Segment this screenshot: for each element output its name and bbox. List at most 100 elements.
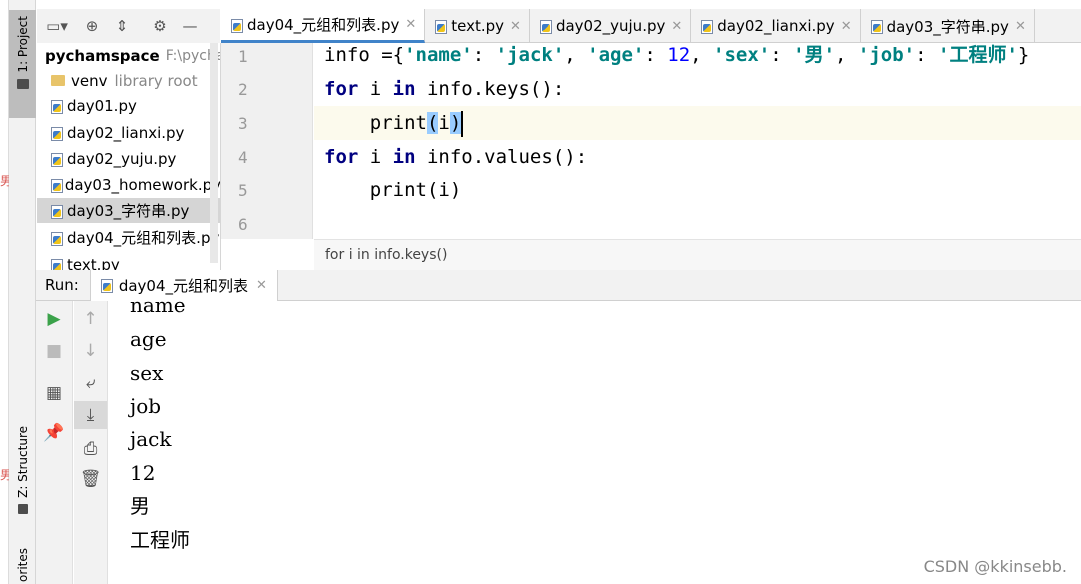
console-line: jack [130, 427, 172, 451]
run-label: Run: [45, 276, 79, 294]
tree-item-label: day02_yuju.py [67, 149, 177, 168]
python-file-icon [51, 152, 63, 167]
project-tree: pychamspace F:\pychar venv library root … [37, 43, 221, 270]
python-file-icon [51, 204, 63, 219]
favorites-tool-button[interactable]: orites [9, 548, 36, 584]
tree-item-note: library root [114, 71, 198, 90]
window-edge: 男 男 [0, 0, 12, 584]
text-caret [461, 110, 464, 137]
scroll-to-end-icon[interactable]: ⤓ [74, 401, 107, 429]
console-line: 12 [130, 461, 156, 485]
tree-item-label: day03_homework.py [64, 175, 221, 194]
project-root[interactable]: pychamspace F:\pychar [37, 43, 220, 68]
tree-item-label: day02_lianxi.py [67, 123, 185, 142]
python-file-icon [435, 19, 448, 34]
tree-item[interactable]: text.py [37, 252, 220, 270]
favorites-tool-label: orites [15, 548, 30, 582]
tab-day02-lianxi[interactable]: day02_lianxi.py ✕ [691, 9, 861, 43]
python-file-icon [51, 99, 63, 114]
run-tab-label: day04_元组和列表 [118, 276, 249, 295]
structure-tool-label: Z: Structure [15, 426, 30, 498]
tab-day03[interactable]: day03_字符串.py ✕ [861, 9, 1035, 43]
close-icon[interactable]: ✕ [256, 278, 267, 293]
arrow-down-icon[interactable]: ↓ [74, 341, 107, 361]
tree-item[interactable]: day03_homework.py [37, 172, 221, 197]
pin-icon[interactable]: 📌 [36, 423, 72, 443]
python-file-icon [701, 19, 714, 34]
code-line-2: for i in info.keys(): [324, 78, 565, 100]
run-config-tab[interactable]: day04_元组和列表 ✕ [89, 269, 278, 301]
code-line-4: for i in info.values(): [324, 146, 588, 168]
line-number-gutter: 1 2 3 4 5 6 [221, 43, 313, 239]
close-icon[interactable]: ✕ [671, 19, 682, 34]
structure-icon [17, 503, 28, 514]
tree-item-label: day01.py [67, 96, 137, 115]
project-root-name: pychamspace [45, 46, 160, 65]
line-number: 5 [238, 181, 248, 200]
console-line: sex [130, 361, 164, 385]
soft-wrap-icon[interactable]: ⤶ [74, 373, 107, 393]
tree-item-label: day04_元组和列表.py [67, 229, 220, 247]
python-file-icon [100, 278, 113, 293]
project-tool-button[interactable]: 1: Project [9, 10, 36, 118]
structure-tool-button[interactable]: Z: Structure [9, 426, 36, 522]
tab-text[interactable]: text.py ✕ [425, 9, 530, 43]
close-icon[interactable]: ✕ [510, 19, 521, 34]
console-line: age [130, 327, 167, 351]
python-file-icon [51, 126, 63, 141]
tree-item[interactable]: day02_yuju.py [37, 146, 220, 171]
console-line: 男 [130, 494, 150, 518]
minimize-icon[interactable]: — [175, 17, 205, 35]
tool-window-stripe: 1: Project Z: Structure orites [9, 0, 36, 584]
console-line: 工程师 [130, 528, 190, 552]
close-icon[interactable]: ✕ [405, 17, 416, 32]
code-line-3-current: print(i) [314, 106, 1081, 140]
close-icon[interactable]: ✕ [841, 19, 852, 34]
console-line: name [130, 301, 186, 317]
folder-icon [51, 75, 65, 86]
tab-day04[interactable]: day04_元组和列表.py ✕ [221, 9, 426, 43]
python-file-icon [539, 19, 552, 34]
project-view-icon[interactable]: ▭▾ [37, 17, 77, 35]
gear-icon[interactable]: ⚙ [145, 17, 175, 35]
console-line: job [130, 394, 162, 418]
tree-scrollbar[interactable] [210, 43, 218, 263]
editor-tab-bar: day04_元组和列表.py ✕ text.py ✕ day02_yuju.py… [221, 9, 1081, 43]
locate-icon[interactable]: ⊕ [77, 17, 107, 35]
code-line-5: print(i) [324, 179, 462, 201]
python-file-icon [51, 258, 63, 270]
tree-item[interactable]: day01.py [37, 93, 220, 118]
tab-label: day02_yuju.py [555, 17, 666, 35]
layout-icon[interactable]: ▦ [36, 383, 72, 403]
line-number: 4 [238, 148, 248, 167]
tree-item[interactable]: day02_lianxi.py [37, 120, 220, 145]
python-file-icon [870, 19, 883, 34]
tab-label: day04_元组和列表.py [247, 16, 400, 34]
run-toolbar-secondary: ↑ ↓ ⤶ ⤓ ⎙ 🗑 [74, 301, 108, 584]
breadcrumb[interactable]: for i in info.keys() [314, 239, 1081, 270]
tab-label: text.py [451, 17, 505, 35]
tree-item[interactable]: day04_元组和列表.py [37, 225, 220, 250]
rerun-icon[interactable]: ▶ [36, 309, 72, 329]
collapse-icon[interactable]: ⇕ [107, 17, 137, 35]
trash-icon[interactable]: 🗑 [74, 469, 107, 489]
run-tool-header: Run: day04_元组和列表 ✕ [36, 269, 1081, 301]
python-file-icon [51, 178, 63, 193]
close-icon[interactable]: ✕ [1015, 19, 1026, 34]
tab-label: day03_字符串.py [886, 17, 1009, 36]
project-toolbar: ▭▾ ⊕ ⇕ ⚙ — [37, 9, 220, 43]
tab-day02-yuju[interactable]: day02_yuju.py ✕ [530, 9, 692, 43]
code-line-1: info ={'name': 'jack', 'age': 12, 'sex':… [324, 44, 1030, 66]
python-file-icon [51, 231, 63, 246]
tree-item-selected[interactable]: day03_字符串.py [37, 198, 220, 223]
line-number: 6 [238, 215, 248, 234]
run-console[interactable]: name age sex job jack 12 男 工程师 [108, 301, 1081, 584]
project-tool-label: 1: Project [15, 16, 30, 73]
tree-item-venv[interactable]: venv library root [37, 68, 220, 93]
code-editor[interactable]: info ={'name': 'jack', 'age': 12, 'sex':… [314, 43, 1081, 239]
print-icon[interactable]: ⎙ [74, 439, 107, 459]
tree-item-label: venv [71, 71, 108, 90]
stop-icon[interactable]: ■ [36, 341, 72, 361]
arrow-up-icon[interactable]: ↑ [74, 309, 107, 329]
tree-item-label: day03_字符串.py [67, 202, 190, 220]
